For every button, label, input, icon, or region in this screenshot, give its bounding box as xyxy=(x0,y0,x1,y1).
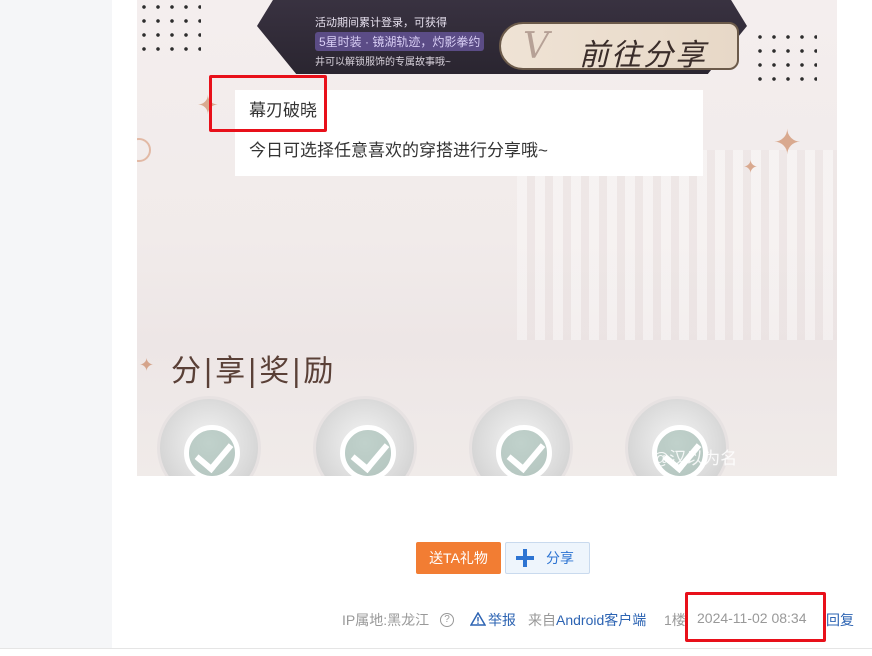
rewards-title: 分|享|奖|励 xyxy=(171,354,336,389)
send-gift-button[interactable]: 送TA礼物 xyxy=(416,542,501,574)
left-sidebar-background xyxy=(0,0,112,648)
reward-item xyxy=(157,396,261,476)
sparkle-icon: ✦ xyxy=(773,124,802,162)
from-prefix: 来自 xyxy=(528,612,556,628)
go-share-label: 前往分享 xyxy=(579,38,707,73)
floor-number: 1楼 xyxy=(664,612,686,628)
help-icon[interactable]: ? xyxy=(440,613,454,627)
v-logo-icon: V xyxy=(523,26,549,67)
check-icon xyxy=(496,425,552,476)
sparkle-icon: ✦ xyxy=(743,157,759,177)
ip-location: IP属地:黑龙江 xyxy=(342,612,430,628)
post-image[interactable]: 活动期间累计登录，可获得 5星时装 · 镜湖轨迹，灼影拳约 井可以解锁服饰的专属… xyxy=(137,0,837,476)
divider xyxy=(0,648,872,649)
report-link[interactable]: 举报 xyxy=(488,610,516,630)
banner-line-1: 活动期间累计登录，可获得 xyxy=(315,17,447,29)
dot-pattern-decoration xyxy=(753,30,817,90)
share-button-label: 分享 xyxy=(546,550,574,566)
warning-icon[interactable] xyxy=(470,612,486,626)
banner-line-3: 井可以解锁服饰的专属故事哦~ xyxy=(315,57,451,68)
image-watermark: @汉以为名 xyxy=(652,449,738,468)
dot-pattern-decoration xyxy=(137,0,201,60)
go-share-banner-button: V 前往分享 xyxy=(499,22,739,73)
sparkle-icon: ✦ xyxy=(139,355,155,375)
reply-link[interactable]: 回复 xyxy=(826,610,854,630)
image-background-stripes xyxy=(517,150,837,340)
client-link[interactable]: Android客户端 xyxy=(556,610,646,630)
check-icon xyxy=(340,425,396,476)
reward-item xyxy=(313,396,417,476)
plus-icon xyxy=(516,549,534,567)
highlight-box-timestamp xyxy=(685,592,826,642)
reward-item xyxy=(469,396,573,476)
highlight-box-title xyxy=(209,75,327,132)
share-button[interactable]: 分享 xyxy=(505,542,590,574)
card-description: 今日可选择任意喜欢的穿搭进行分享哦~ xyxy=(249,141,548,160)
banner-line-2: 5星时装 · 镜湖轨迹，灼影拳约 xyxy=(315,32,485,51)
ring-decoration xyxy=(137,138,151,162)
post-page: 活动期间累计登录，可获得 5星时装 · 镜湖轨迹，灼影拳约 井可以解锁服饰的专属… xyxy=(0,0,872,656)
check-icon xyxy=(184,425,240,476)
